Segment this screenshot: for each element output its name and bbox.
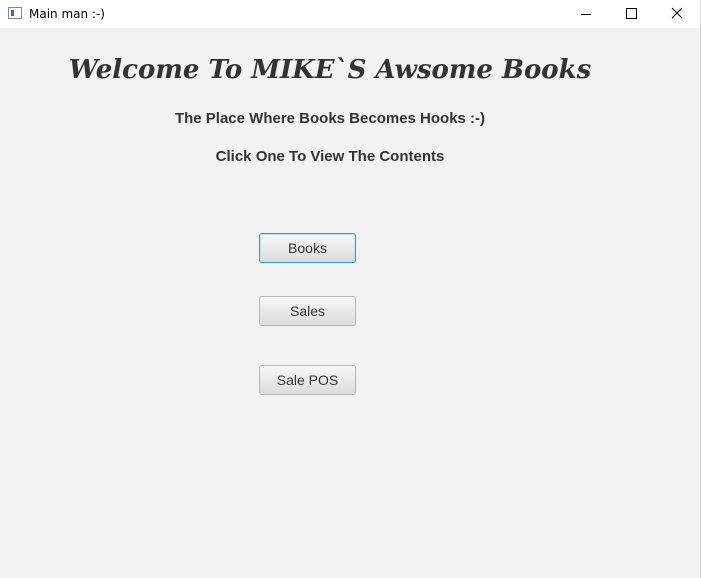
app-icon bbox=[8, 7, 22, 19]
minimize-button[interactable] bbox=[563, 0, 609, 28]
close-button[interactable] bbox=[654, 0, 700, 28]
sale-pos-button[interactable]: Sale POS bbox=[259, 365, 356, 395]
maximize-button[interactable] bbox=[608, 0, 654, 28]
sales-button[interactable]: Sales bbox=[259, 296, 356, 326]
page-title: Welcome To MIKE`S Awsome Books bbox=[68, 55, 592, 85]
page-subtitle: The Place Where Books Becomes Hooks :-) bbox=[174, 110, 486, 127]
minimize-icon bbox=[581, 14, 591, 15]
instruction-text: Click One To View The Contents bbox=[215, 148, 445, 165]
application-window: Main man :-) Welcome To MIKE`S Awsome Bo… bbox=[0, 0, 701, 578]
title-bar[interactable]: Main man :-) bbox=[0, 0, 700, 28]
window-title: Main man :-) bbox=[29, 7, 105, 21]
maximize-icon bbox=[626, 8, 637, 19]
books-button[interactable]: Books bbox=[259, 233, 356, 263]
close-icon bbox=[671, 7, 683, 19]
